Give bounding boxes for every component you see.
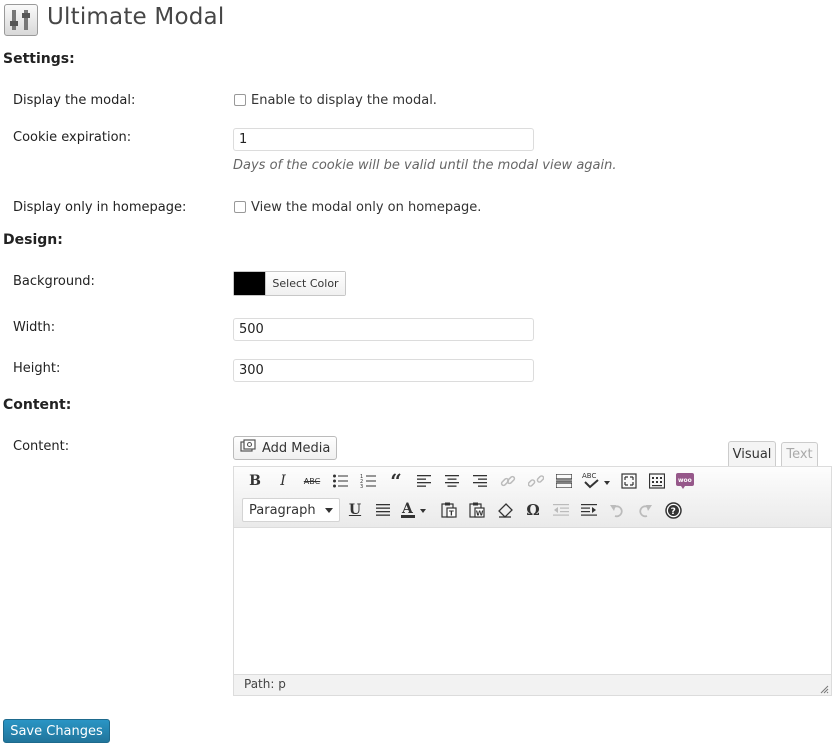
link-icon[interactable] — [497, 470, 519, 492]
homepage-only-label: Display only in homepage: — [13, 200, 187, 215]
svg-text:ABC: ABC — [582, 472, 596, 480]
outdent-icon[interactable] — [550, 499, 572, 521]
underline-icon[interactable]: U — [344, 499, 366, 521]
numbered-list-icon[interactable]: 123 — [357, 470, 379, 492]
height-label: Height: — [13, 361, 61, 376]
unlink-icon[interactable] — [525, 470, 547, 492]
clear-format-icon[interactable] — [494, 499, 516, 521]
paste-word-icon[interactable]: W — [466, 499, 488, 521]
bold-icon[interactable]: B — [244, 470, 266, 492]
kitchen-sink-icon[interactable] — [646, 470, 668, 492]
help-icon[interactable]: ? — [662, 499, 684, 521]
justify-icon[interactable] — [372, 499, 394, 521]
add-media-label: Add Media — [262, 440, 331, 456]
editor-content-area[interactable] — [234, 528, 831, 674]
plugin-settings-icon — [4, 4, 38, 36]
homepage-only-checkbox[interactable] — [234, 201, 246, 213]
save-changes-button[interactable]: Save Changes — [3, 719, 110, 743]
undo-icon[interactable] — [606, 499, 628, 521]
indent-icon[interactable] — [578, 499, 600, 521]
editor-statusbar: Path: p — [234, 674, 831, 695]
blockquote-icon[interactable]: “ — [385, 469, 407, 493]
fullscreen-icon[interactable] — [618, 470, 640, 492]
align-right-icon[interactable] — [469, 470, 491, 492]
design-heading: Design: — [3, 232, 63, 248]
height-input[interactable] — [233, 359, 534, 382]
bullet-list-icon[interactable] — [329, 470, 351, 492]
editor-path: Path: p — [244, 677, 286, 691]
background-label: Background: — [13, 274, 95, 289]
read-more-icon[interactable] — [553, 470, 575, 492]
width-label: Width: — [13, 320, 56, 335]
format-select[interactable]: Paragraph — [242, 498, 340, 522]
color-picker[interactable]: Select Color — [233, 271, 346, 296]
format-select-value: Paragraph — [249, 502, 316, 518]
width-input[interactable] — [233, 318, 534, 341]
tab-visual[interactable]: Visual — [728, 441, 776, 466]
strikethrough-icon[interactable]: ABC — [301, 470, 323, 492]
text-color-icon[interactable]: A — [399, 499, 431, 521]
cookie-expiration-input[interactable] — [233, 128, 534, 151]
display-modal-checkbox[interactable] — [234, 94, 246, 106]
content-label: Content: — [13, 439, 70, 454]
special-char-icon[interactable]: Ω — [522, 499, 544, 521]
svg-text:A: A — [401, 501, 414, 517]
editor-toolbar: B I ABC 123 “ ABC woo Paragraph U A T W … — [234, 467, 831, 528]
settings-heading: Settings: — [3, 51, 75, 67]
cookie-description: Days of the cookie will be valid until t… — [233, 158, 617, 173]
display-modal-checkbox-label[interactable]: Enable to display the modal. — [251, 93, 437, 108]
content-heading: Content: — [3, 397, 72, 413]
svg-text:3: 3 — [360, 484, 363, 489]
resize-handle-icon[interactable] — [819, 683, 829, 694]
media-icon — [240, 439, 256, 457]
display-modal-label: Display the modal: — [13, 93, 136, 108]
italic-icon[interactable]: I — [272, 470, 294, 492]
paste-text-icon[interactable]: T — [438, 499, 460, 521]
svg-text:woo: woo — [678, 477, 692, 484]
spellcheck-icon[interactable]: ABC — [581, 470, 613, 492]
color-swatch[interactable] — [234, 272, 265, 295]
align-center-icon[interactable] — [441, 470, 463, 492]
chevron-down-icon — [325, 508, 333, 513]
homepage-only-checkbox-label[interactable]: View the modal only on homepage. — [251, 200, 481, 215]
tab-text[interactable]: Text — [781, 442, 818, 466]
svg-text:?: ? — [670, 507, 675, 517]
redo-icon[interactable] — [634, 499, 656, 521]
add-media-button[interactable]: Add Media — [233, 436, 337, 460]
page-title: Ultimate Modal — [47, 4, 225, 30]
select-color-button[interactable]: Select Color — [265, 272, 345, 295]
woo-icon[interactable]: woo — [674, 470, 696, 492]
align-left-icon[interactable] — [413, 470, 435, 492]
svg-text:W: W — [476, 510, 484, 518]
cookie-expiration-label: Cookie expiration: — [13, 130, 132, 145]
content-editor: B I ABC 123 “ ABC woo Paragraph U A T W … — [233, 466, 832, 696]
svg-text:T: T — [449, 510, 454, 518]
